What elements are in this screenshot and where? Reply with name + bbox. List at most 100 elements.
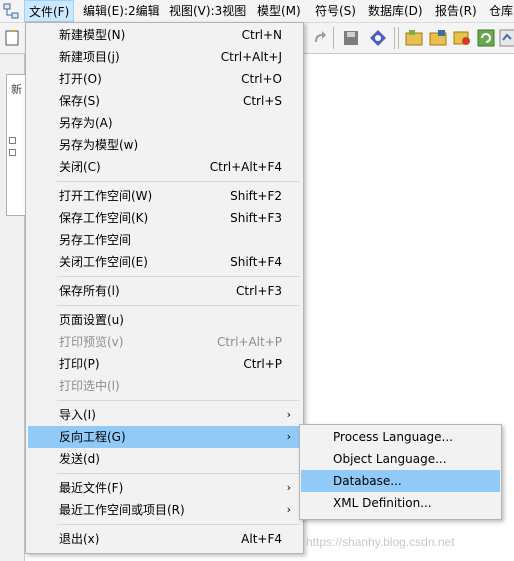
generate-icon[interactable] [498, 28, 514, 48]
submenu-item-label: Object Language... [333, 452, 447, 466]
menu-item-shortcut: Shift+F3 [230, 211, 282, 225]
menu-item-label: 打开工作空间(W) [59, 189, 153, 203]
menu-item-label: 新建项目(j) [59, 50, 120, 64]
menu-item-shortcut: Shift+F4 [230, 255, 282, 269]
menu-item-label: 最近工作空间或项目(R) [59, 503, 185, 517]
menu-item-save-as[interactable]: 另存为(A) [28, 112, 301, 134]
menu-item-save-all[interactable]: 保存所有(l) Ctrl+F3 [28, 280, 301, 302]
menu-database[interactable]: 数据库(D) [364, 0, 427, 22]
menu-item-save[interactable]: 保存(S) Ctrl+S [28, 90, 301, 112]
model-properties-icon[interactable] [368, 28, 388, 48]
submenu-arrow-icon: › [286, 430, 291, 443]
menu-item-recent-files[interactable]: 最近文件(F) › [28, 477, 301, 499]
menu-separator [57, 473, 299, 474]
toolbar-separator [394, 27, 395, 49]
file-menu: 新建模型(N) Ctrl+N 新建项目(j) Ctrl+Alt+J 打开(O) … [25, 22, 304, 554]
menu-item-label: 新建模型(N) [59, 28, 126, 42]
menu-item-label: 页面设置(u) [59, 313, 124, 327]
menu-item-label: 另存工作空间 [59, 233, 132, 247]
submenu-arrow-icon: › [286, 481, 291, 494]
menu-item-shortcut: Shift+F2 [230, 189, 282, 203]
submenu-item-label: Database... [333, 474, 402, 488]
menu-item-recent-workspaces[interactable]: 最近工作空间或项目(R) › [28, 499, 301, 521]
menu-bar: 文件(F) 编辑(E):2编辑 视图(V):3视图 模型(M) 符号(S) 数据… [0, 0, 514, 23]
menu-item-save-workspace[interactable]: 保存工作空间(K) Shift+F3 [28, 207, 301, 229]
menu-symbol[interactable]: 符号(S) [311, 0, 360, 22]
submenu-item-xml-definition[interactable]: XML Definition... [301, 492, 500, 514]
menu-item-label: 打印预览(v) [59, 335, 124, 349]
menu-item-close[interactable]: 关闭(C) Ctrl+Alt+F4 [28, 156, 301, 178]
menu-item-label: 退出(x) [59, 532, 100, 546]
menu-item-label: 最近文件(F) [59, 481, 124, 495]
menu-item-label: 另存为模型(w) [59, 138, 139, 152]
menu-item-save-as-model[interactable]: 另存为模型(w) [28, 134, 301, 156]
menu-item-shortcut: Ctrl+Alt+F4 [209, 160, 282, 174]
browser-panel: 新 [0, 54, 25, 561]
menu-item-label: 保存(S) [59, 94, 100, 108]
browser-tab-label: 新 [11, 83, 22, 96]
menu-item-print-selection: 打印选中(l) [28, 375, 301, 397]
menu-item-shortcut: Ctrl+Alt+P [217, 335, 282, 349]
menu-item-shortcut: Ctrl+O [241, 72, 282, 86]
menu-item-import[interactable]: 导入(I) › [28, 404, 301, 426]
submenu-item-object-language[interactable]: Object Language... [301, 448, 500, 470]
menu-item-label: 另存为(A) [59, 116, 113, 130]
menu-item-label: 关闭(C) [59, 160, 101, 174]
menu-item-reverse-engineer[interactable]: 反向工程(G) › [28, 426, 301, 448]
open-workspace-icon[interactable] [404, 28, 424, 48]
open-model-icon[interactable] [428, 28, 448, 48]
menu-item-open-workspace[interactable]: 打开工作空间(W) Shift+F2 [28, 185, 301, 207]
menu-item-new-model[interactable]: 新建模型(N) Ctrl+N [28, 24, 301, 46]
submenu-arrow-icon: › [286, 503, 291, 516]
menu-item-label: 导入(I) [59, 408, 96, 422]
menu-item-send[interactable]: 发送(d) [28, 448, 301, 470]
watermark: https://shanhy.blog.csdn.net [306, 535, 455, 549]
check-model-icon[interactable] [452, 28, 472, 48]
menu-view[interactable]: 视图(V):3视图 [165, 0, 250, 22]
toolbar-separator [398, 27, 399, 49]
menu-edit[interactable]: 编辑(E):2编辑 [79, 0, 164, 22]
menu-item-label: 打开(O) [59, 72, 102, 86]
submenu-item-process-language[interactable]: Process Language... [301, 426, 500, 448]
menu-item-label: 打印(P) [59, 357, 100, 371]
menu-item-open[interactable]: 打开(O) Ctrl+O [28, 68, 301, 90]
menu-report[interactable]: 报告(R) [431, 0, 481, 22]
browser-tree[interactable]: 新 [6, 74, 25, 216]
menu-separator [57, 524, 299, 525]
menu-item-print-preview: 打印预览(v) Ctrl+Alt+P [28, 331, 301, 353]
submenu-item-label: Process Language... [333, 430, 453, 444]
menu-model[interactable]: 模型(M) [253, 0, 305, 22]
refresh-icon[interactable] [476, 28, 496, 48]
menu-item-shortcut: Ctrl+P [243, 357, 282, 371]
menu-repository[interactable]: 仓库 [485, 0, 514, 22]
menu-item-shortcut: Alt+F4 [241, 532, 282, 546]
new-model-icon[interactable] [3, 28, 23, 48]
menu-item-exit[interactable]: 退出(x) Alt+F4 [28, 528, 301, 550]
submenu-item-label: XML Definition... [333, 496, 432, 510]
save-icon[interactable] [341, 28, 361, 48]
tree-expand-icon[interactable] [9, 137, 16, 144]
menu-item-shortcut: Ctrl+Alt+J [220, 50, 282, 64]
tree-expand-icon[interactable] [9, 149, 16, 156]
reverse-engineer-submenu: Process Language... Object Language... D… [299, 424, 502, 520]
menu-item-label: 发送(d) [59, 452, 100, 466]
toolbar-separator [333, 27, 334, 49]
submenu-item-database[interactable]: Database... [301, 470, 500, 492]
menu-item-shortcut: Ctrl+N [241, 28, 282, 42]
menu-item-new-project[interactable]: 新建项目(j) Ctrl+Alt+J [28, 46, 301, 68]
menu-item-label: 打印选中(l) [59, 379, 120, 393]
menu-item-shortcut: Ctrl+S [242, 94, 282, 108]
menu-item-page-setup[interactable]: 页面设置(u) [28, 309, 301, 331]
menu-item-close-workspace[interactable]: 关闭工作空间(E) Shift+F4 [28, 251, 301, 273]
menu-item-label: 关闭工作空间(E) [59, 255, 148, 269]
menu-separator [57, 305, 299, 306]
menu-item-label: 保存所有(l) [59, 284, 120, 298]
menu-item-print[interactable]: 打印(P) Ctrl+P [28, 353, 301, 375]
redo-icon[interactable] [309, 28, 329, 48]
menu-separator [57, 181, 299, 182]
menu-separator [57, 400, 299, 401]
menu-item-label: 保存工作空间(K) [59, 211, 149, 225]
menu-item-save-workspace-as[interactable]: 另存工作空间 [28, 229, 301, 251]
menu-item-shortcut: Ctrl+F3 [236, 284, 282, 298]
menu-file[interactable]: 文件(F) [24, 0, 75, 22]
